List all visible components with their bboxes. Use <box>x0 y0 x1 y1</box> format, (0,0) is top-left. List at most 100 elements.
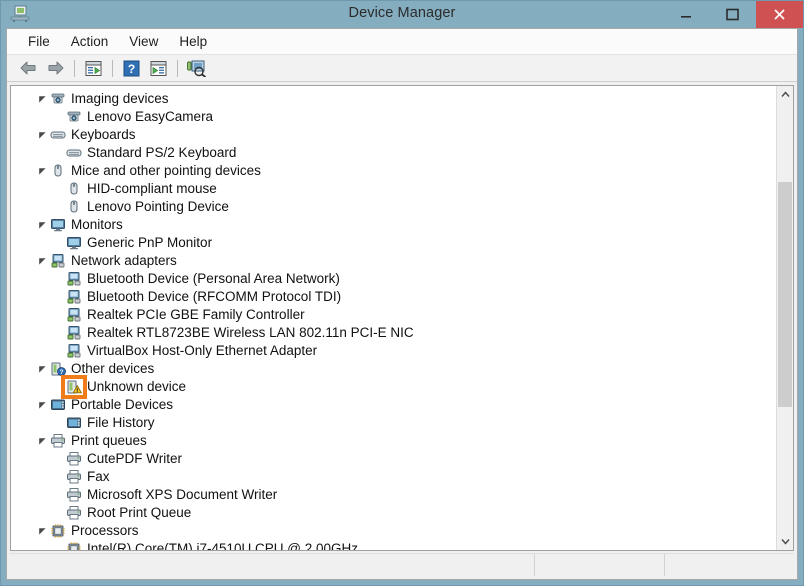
scan-hardware-button[interactable] <box>183 57 209 80</box>
printer-icon <box>65 469 83 485</box>
menu-bar: File Action View Help <box>7 29 797 55</box>
mouse-icon <box>65 199 83 215</box>
tree-row-label: Other devices <box>71 361 155 376</box>
menu-item-file[interactable]: File <box>19 31 59 52</box>
unknown-device-warning-icon <box>65 379 83 395</box>
network-adapter-icon <box>65 307 83 323</box>
tree-row-label: Processors <box>71 523 139 538</box>
network-adapter-icon <box>65 343 83 359</box>
menu-item-view[interactable]: View <box>120 31 167 52</box>
tree-row[interactable]: Unknown device <box>11 378 776 396</box>
toolbar-separator-2 <box>112 59 113 77</box>
tree-row[interactable]: CutePDF Writer <box>11 450 776 468</box>
expand-arrow-expanded-icon[interactable] <box>35 527 49 536</box>
forward-button[interactable] <box>42 57 68 80</box>
device-manager-window: Device Manager File Action View Help ? I… <box>0 0 804 586</box>
toolbar: ? <box>7 55 797 82</box>
mouse-icon <box>49 163 67 179</box>
portable-device-icon <box>49 397 67 413</box>
portable-device-icon <box>65 415 83 431</box>
maximize-button[interactable] <box>709 1 755 28</box>
tree-row-label: Lenovo EasyCamera <box>87 109 214 124</box>
close-button[interactable] <box>756 1 803 28</box>
properties-button[interactable] <box>80 57 106 80</box>
tree-row[interactable]: Processors <box>11 522 776 540</box>
vertical-scrollbar[interactable] <box>776 86 793 550</box>
tree-row-label: CutePDF Writer <box>87 451 183 466</box>
tree-row-label: Bluetooth Device (Personal Area Network) <box>87 271 340 286</box>
tree-row[interactable]: Keyboards <box>11 126 776 144</box>
status-bar <box>10 553 794 576</box>
scroll-down-arrow[interactable] <box>777 533 793 550</box>
printer-icon <box>65 451 83 467</box>
status-bar-text <box>10 554 534 562</box>
tree-row[interactable]: Realtek PCIe GBE Family Controller <box>11 306 776 324</box>
tree-row[interactable]: Bluetooth Device (RFCOMM Protocol TDI) <box>11 288 776 306</box>
scroll-up-arrow[interactable] <box>777 86 793 103</box>
tree-row[interactable]: Imaging devices <box>11 90 776 108</box>
tree-row[interactable]: Microsoft XPS Document Writer <box>11 486 776 504</box>
tree-row[interactable]: Root Print Queue <box>11 504 776 522</box>
printer-icon <box>49 433 67 449</box>
toolbar-separator-3 <box>177 59 178 77</box>
tree-row-label: Mice and other pointing devices <box>71 163 261 178</box>
expand-arrow-expanded-icon[interactable] <box>35 131 49 140</box>
processor-icon <box>65 541 83 550</box>
tree-row[interactable]: Portable Devices <box>11 396 776 414</box>
menu-item-help[interactable]: Help <box>170 31 216 52</box>
tree-row-label: Bluetooth Device (RFCOMM Protocol TDI) <box>87 289 342 304</box>
back-button[interactable] <box>15 57 41 80</box>
tree-row[interactable]: Realtek RTL8723BE Wireless LAN 802.11n P… <box>11 324 776 342</box>
expand-arrow-expanded-icon[interactable] <box>35 365 49 374</box>
tree-row-label: File History <box>87 415 155 430</box>
tree-row[interactable]: Fax <box>11 468 776 486</box>
tree-row-label: Keyboards <box>71 127 136 142</box>
tree-row-label: Lenovo Pointing Device <box>87 199 229 214</box>
tree-row[interactable]: Generic PnP Monitor <box>11 234 776 252</box>
imaging-device-icon <box>65 109 83 125</box>
printer-icon <box>65 487 83 503</box>
help-button[interactable]: ? <box>118 57 144 80</box>
tree-row[interactable]: Network adapters <box>11 252 776 270</box>
tree-row[interactable]: Monitors <box>11 216 776 234</box>
network-adapter-icon <box>65 289 83 305</box>
tree-row-label: Generic PnP Monitor <box>87 235 213 250</box>
tree-row[interactable]: Bluetooth Device (Personal Area Network) <box>11 270 776 288</box>
tree-row[interactable]: Intel(R) Core(TM) i7-4510U CPU @ 2.00GHz <box>11 540 776 550</box>
menu-item-action[interactable]: Action <box>62 31 118 52</box>
tree-row-label: Microsoft XPS Document Writer <box>87 487 278 502</box>
tree-row-label: Monitors <box>71 217 123 232</box>
monitor-icon <box>49 217 67 233</box>
printer-icon <box>65 505 83 521</box>
expand-arrow-expanded-icon[interactable] <box>35 167 49 176</box>
tree-row[interactable]: ? Other devices <box>11 360 776 378</box>
show-panel-button[interactable] <box>145 57 171 80</box>
device-tree-panel: Imaging devices Lenovo EasyCamera Keyboard… <box>10 85 794 551</box>
expand-arrow-expanded-icon[interactable] <box>35 401 49 410</box>
expand-arrow-expanded-icon[interactable] <box>35 437 49 446</box>
tree-row[interactable]: Mice and other pointing devices <box>11 162 776 180</box>
expand-arrow-expanded-icon[interactable] <box>35 221 49 230</box>
status-bar-segment-1 <box>534 554 664 576</box>
mouse-icon <box>65 181 83 197</box>
scroll-thumb[interactable] <box>778 182 792 407</box>
expand-arrow-expanded-icon[interactable] <box>35 257 49 266</box>
device-tree[interactable]: Imaging devices Lenovo EasyCamera Keyboard… <box>11 86 776 550</box>
tree-row-label: Network adapters <box>71 253 177 268</box>
expand-arrow-expanded-icon[interactable] <box>35 95 49 104</box>
title-bar: Device Manager <box>1 1 803 28</box>
tree-row-label: Imaging devices <box>71 91 169 106</box>
tree-row[interactable]: File History <box>11 414 776 432</box>
tree-row[interactable]: Standard PS/2 Keyboard <box>11 144 776 162</box>
tree-row-label: Realtek RTL8723BE Wireless LAN 802.11n P… <box>87 325 414 340</box>
tree-row[interactable]: Lenovo EasyCamera <box>11 108 776 126</box>
processor-icon <box>49 523 67 539</box>
tree-row[interactable]: Lenovo Pointing Device <box>11 198 776 216</box>
tree-row[interactable]: Print queues <box>11 432 776 450</box>
monitor-icon <box>65 235 83 251</box>
tree-row-label: Standard PS/2 Keyboard <box>87 145 237 160</box>
minimize-button[interactable] <box>663 1 709 28</box>
tree-row[interactable]: VirtualBox Host-Only Ethernet Adapter <box>11 342 776 360</box>
svg-text:?: ? <box>60 369 64 376</box>
tree-row[interactable]: HID-compliant mouse <box>11 180 776 198</box>
